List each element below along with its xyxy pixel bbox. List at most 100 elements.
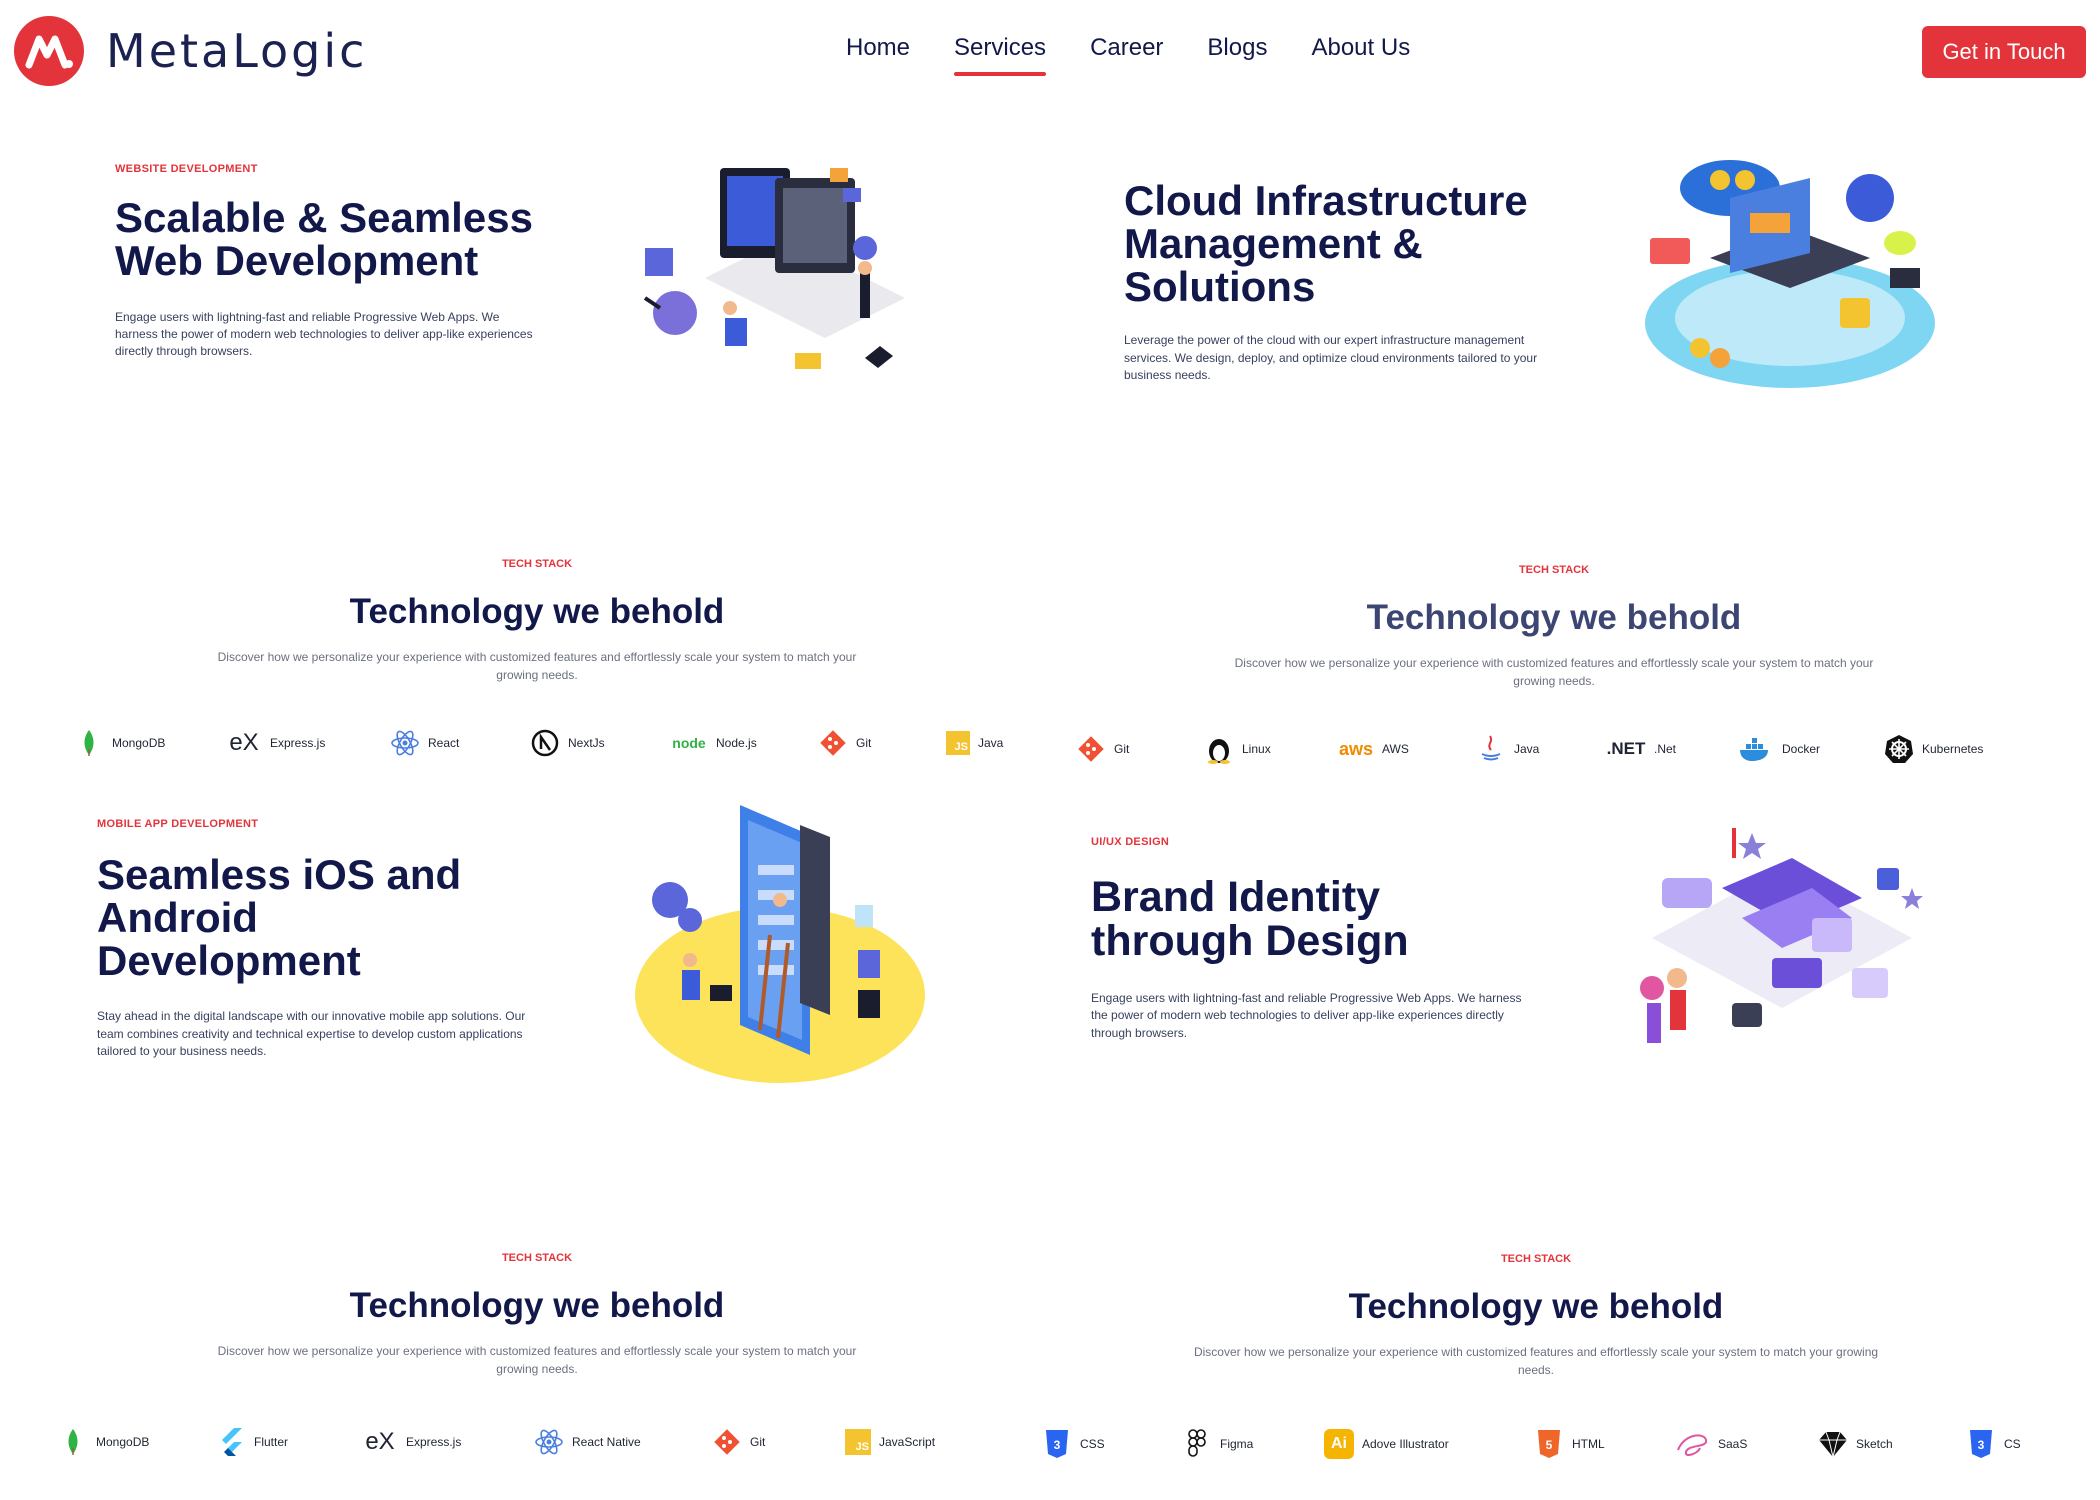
logo-item: Figma — [1182, 1424, 1253, 1464]
mongodb-icon — [58, 1427, 88, 1457]
tech-stack-section-cloud: TECH STACK Technology we behold Discover… — [1204, 564, 1904, 690]
tech-logos-row-web: MongoDB eX Express.js React NextJs node … — [70, 723, 1005, 763]
logo-item: Linux — [1204, 729, 1271, 769]
sass-icon — [1674, 1429, 1710, 1459]
svg-text:3: 3 — [1978, 1438, 1985, 1452]
service-mobile-development: MOBILE APP DEVELOPMENT Seamless iOS and … — [97, 818, 557, 1061]
tech-tag: TECH STACK — [1500, 1253, 1572, 1265]
nav-about-us[interactable]: About Us — [1311, 34, 1410, 62]
kubernetes-icon — [1884, 734, 1914, 764]
express-icon: eX — [365, 1428, 395, 1455]
nodejs-icon: node — [672, 735, 706, 751]
javascript-icon: JS — [845, 1429, 871, 1455]
service-description: Stay ahead in the digital landscape with… — [97, 1009, 526, 1059]
tech-description: Discover how we personalize your experie… — [217, 1344, 857, 1376]
figma-icon — [1182, 1429, 1212, 1459]
logo-item: 5 HTML — [1534, 1424, 1605, 1464]
tech-description: Discover how we personalize your experie… — [1234, 656, 1874, 688]
service-description: Engage users with lightning-fast and rel… — [115, 309, 533, 359]
aws-icon: aws — [1338, 738, 1374, 759]
logo-mark-icon — [14, 16, 84, 86]
tech-stack-section-design: TECH STACK Technology we behold Discover… — [1186, 1253, 1886, 1379]
logo-item: MongoDB — [74, 723, 165, 763]
sketch-icon — [1818, 1429, 1848, 1459]
logo-item: Flutter — [216, 1422, 288, 1462]
cloud-infrastructure-illustration — [1640, 158, 1940, 403]
logo-item: NextJs — [530, 723, 605, 763]
tech-description: Discover how we personalize your experie… — [217, 650, 857, 682]
service-tag: MOBILE APP DEVELOPMENT — [97, 818, 259, 830]
web-development-illustration — [625, 158, 915, 383]
mobile-development-illustration — [630, 795, 930, 1095]
logo-item: Git — [818, 723, 871, 763]
logo-item: Java — [1476, 729, 1539, 769]
flutter-icon — [216, 1427, 246, 1457]
uiux-design-illustration — [1632, 828, 1932, 1063]
react-icon — [390, 728, 420, 758]
css-icon: 3 — [1042, 1429, 1072, 1459]
mongodb-icon — [74, 728, 104, 758]
main-nav: Home Services Career Blogs About Us — [846, 34, 1454, 76]
git-icon — [712, 1427, 742, 1457]
tech-logos-row-mobile: MongoDB Flutter eX Express.js React Nati… — [58, 1422, 958, 1462]
tech-stack-section-mobile: TECH STACK Technology we behold Discover… — [187, 1252, 887, 1378]
express-icon: eX — [229, 729, 259, 756]
logo-item: Ai Adove Illustrator — [1324, 1424, 1449, 1464]
nav-services[interactable]: Services — [954, 34, 1047, 76]
logo-item: SaaS — [1674, 1424, 1747, 1464]
logo-item: Git — [1076, 729, 1129, 769]
service-description: Leverage the power of the cloud with our… — [1124, 333, 1538, 383]
service-title: Cloud Infrastructure Management & Soluti… — [1124, 177, 1528, 310]
tech-title: Technology we behold — [349, 1286, 725, 1325]
tech-tag: TECH STACK — [501, 558, 573, 570]
logo-item: Docker — [1738, 729, 1820, 769]
service-title: Brand Identity through Design — [1091, 873, 1409, 965]
logo-item: eX Express.js — [362, 1422, 461, 1462]
tech-tag: TECH STACK — [501, 1252, 573, 1264]
service-title: Seamless iOS and Android Development — [97, 851, 462, 984]
logo-item: JS Java — [946, 723, 1003, 763]
tech-logos-row-cloud: Git Linux aws AWS Java .NET .Net Docker … — [1076, 729, 2026, 769]
logo-item: eX Express.js — [226, 723, 325, 763]
logo-item: .NET .Net — [1606, 729, 1676, 769]
react-native-icon — [534, 1427, 564, 1457]
css-icon: 3 — [1966, 1429, 1996, 1459]
logo-item: Kubernetes — [1884, 729, 1983, 769]
logo-item: React Native — [534, 1422, 641, 1462]
git-icon — [1076, 734, 1106, 764]
tech-title: Technology we behold — [349, 592, 725, 631]
brand-logo[interactable]: MetaLogic — [14, 16, 367, 86]
logo-item: Sketch — [1818, 1424, 1893, 1464]
service-tag: WEBSITE DEVELOPMENT — [115, 163, 258, 175]
logo-item: React — [390, 723, 459, 763]
logo-item: JS JavaScript — [845, 1422, 935, 1462]
svg-text:3: 3 — [1054, 1438, 1061, 1452]
git-icon — [818, 728, 848, 758]
nav-career[interactable]: Career — [1090, 34, 1163, 62]
logo-item: aws AWS — [1338, 729, 1409, 769]
docker-icon — [1738, 734, 1774, 764]
service-uiux-design: UI/UX DESIGN Brand Identity through Desi… — [1091, 836, 1551, 1042]
nav-home[interactable]: Home — [846, 34, 910, 62]
logo-item: 3 CSS — [1042, 1424, 1105, 1464]
service-tag: UI/UX DESIGN — [1091, 836, 1170, 848]
logo-item: 3 CS — [1966, 1424, 2021, 1464]
brand-name: MetaLogic — [106, 24, 368, 78]
tech-logos-row-design: 3 CSS Figma Ai Adove Illustrator 5 HTML … — [1042, 1424, 2042, 1464]
service-cloud-infrastructure: Cloud Infrastructure Management & Soluti… — [1124, 177, 1574, 385]
svg-text:5: 5 — [1546, 1438, 1553, 1452]
logo-item: Git — [712, 1422, 765, 1462]
tech-description: Discover how we personalize your experie… — [1193, 1345, 1879, 1377]
get-in-touch-button[interactable]: Get in Touch — [1922, 26, 2086, 78]
tech-stack-section-web: TECH STACK Technology we behold Discover… — [187, 558, 887, 684]
html-icon: 5 — [1534, 1429, 1564, 1459]
tech-title: Technology we behold — [1348, 1287, 1724, 1326]
nextjs-icon — [530, 728, 560, 758]
illustrator-icon: Ai — [1324, 1429, 1354, 1459]
tech-title: Technology we behold — [1366, 598, 1742, 637]
linux-icon — [1204, 734, 1234, 764]
service-web-development: WEBSITE DEVELOPMENT Scalable & Seamless … — [115, 163, 575, 361]
nav-blogs[interactable]: Blogs — [1207, 34, 1267, 62]
logo-item: node Node.js — [670, 723, 756, 763]
java-icon — [1476, 734, 1506, 764]
